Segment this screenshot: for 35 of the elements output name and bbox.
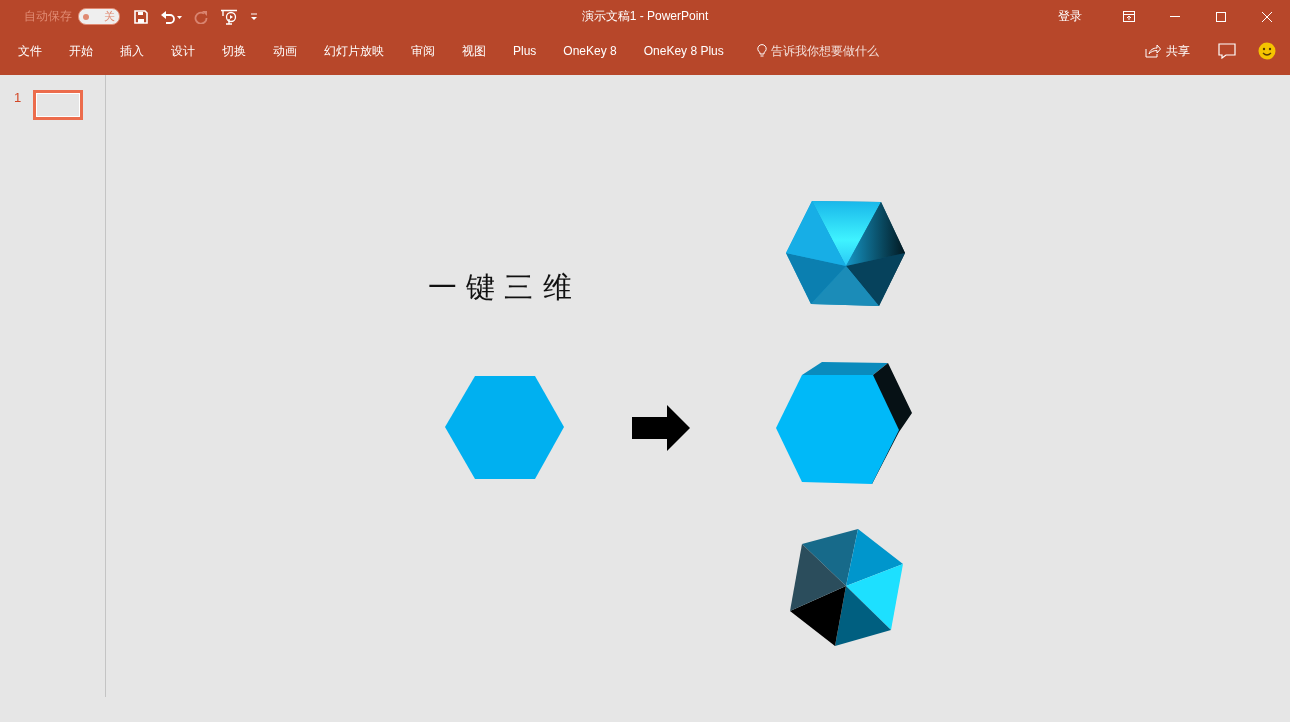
presentation-icon[interactable] (220, 8, 238, 25)
ribbon-tab[interactable]: 切换 (210, 38, 258, 64)
right-arrow-shape (632, 405, 690, 451)
comment-button[interactable] (1218, 43, 1236, 59)
ribbon-tab[interactable]: 幻灯片放映 (312, 38, 396, 64)
share-icon (1145, 44, 1161, 58)
slide-heading: 一 键 三 维 (428, 269, 572, 306)
slide-number: 1 (14, 90, 22, 105)
ribbon-tab[interactable]: 视图 (450, 38, 498, 64)
maximize-icon (1216, 11, 1226, 22)
save-icon[interactable] (134, 9, 148, 24)
smiley-feedback-button[interactable] (1258, 42, 1276, 60)
comment-icon (1218, 43, 1236, 59)
lightbulb-icon (756, 44, 767, 58)
ribbon-tab[interactable]: 动画 (261, 38, 309, 64)
ribbon-tab[interactable]: 文件 (6, 38, 54, 64)
sign-in-link[interactable]: 登录 (1058, 8, 1082, 25)
ribbon-display-icon (1123, 11, 1135, 22)
undo-icon[interactable] (160, 9, 182, 24)
ribbon-tab[interactable]: 审阅 (399, 38, 447, 64)
ribbon-tab[interactable]: 插入 (108, 38, 156, 64)
share-button[interactable]: 共享 (1139, 38, 1196, 64)
close-icon (1262, 11, 1272, 22)
ribbon-tab[interactable]: Plus (501, 38, 549, 64)
window-title: 演示文稿1 - PowerPoint (581, 9, 709, 23)
slide-thumbnail[interactable] (33, 90, 84, 120)
minimize-icon (1170, 16, 1180, 17)
tell-me-search[interactable]: 告诉我你想要做什么 (752, 38, 883, 64)
ribbon-tab[interactable]: 开始 (57, 38, 105, 64)
ribbon-tab[interactable]: OneKey 8 (551, 38, 629, 64)
customize-icon[interactable] (250, 12, 258, 21)
ribbon-tab[interactable]: 设计 (159, 38, 207, 64)
ribbon-tab[interactable]: OneKey 8 Plus (631, 38, 736, 64)
smiley-icon (1258, 42, 1276, 60)
autosave-label: 自动保存 (24, 8, 72, 25)
